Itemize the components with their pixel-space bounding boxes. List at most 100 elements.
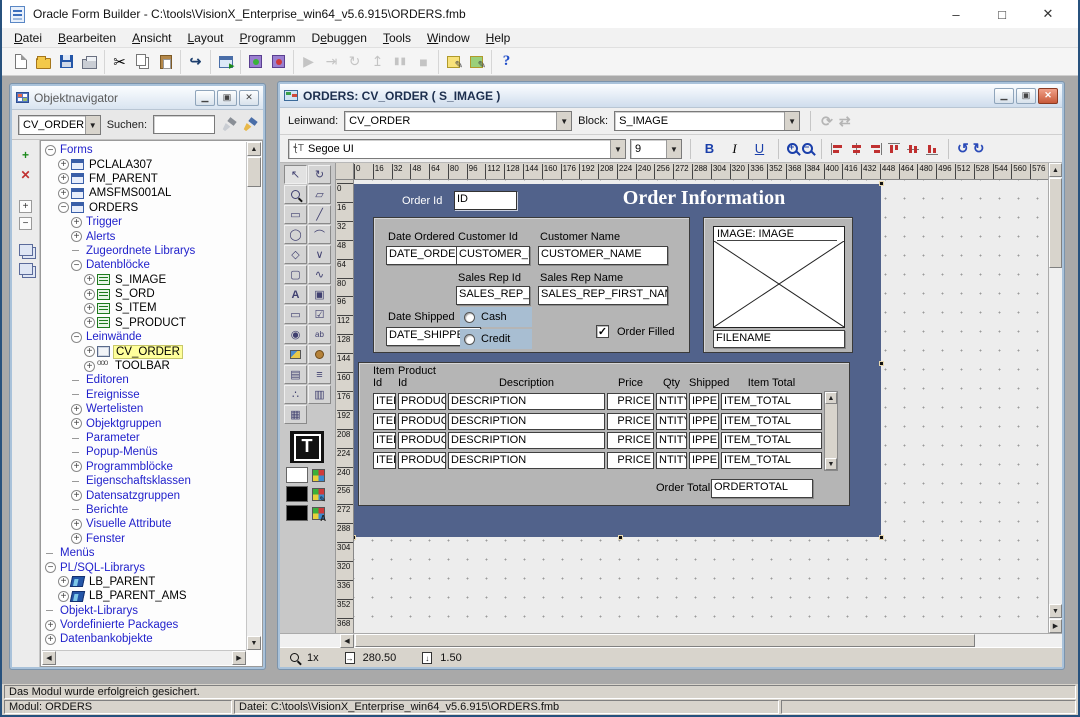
item-row4-price-field[interactable]: PRICE [607,452,654,469]
expand-node-icon[interactable]: + [71,231,82,242]
display-item-tool-icon[interactable]: ▤ [284,365,307,384]
tree-item-lb-parent[interactable]: +LB_PARENT [43,575,246,589]
line-tool-icon[interactable]: ╱ [308,205,331,224]
scroll-down-icon[interactable]: ▼ [1049,604,1062,618]
layout-wizard-icon[interactable] [465,51,488,73]
chevron-down-icon[interactable]: ▼ [610,140,625,158]
item-row4-item-total-field[interactable]: ITEM_TOTAL [721,452,822,469]
item-row4-shipped-field[interactable]: IPPED [689,452,719,469]
align-middle-icon[interactable] [906,142,921,156]
filename-field[interactable]: FILENAME [713,330,845,348]
collapse-node-icon[interactable]: − [71,332,82,343]
tree-item-orders[interactable]: −ORDERS [43,201,246,215]
tree-item-fm-parent[interactable]: +FM_PARENT [43,172,246,186]
expand-node-icon[interactable]: + [71,490,82,501]
expand-node-icon[interactable]: + [84,274,95,285]
block-select[interactable]: S_IMAGE ▼ [614,111,800,131]
tree-item-s-ord[interactable]: +S_ORD [43,287,246,301]
text-color-swatch[interactable] [286,505,308,521]
canvas-select[interactable]: CV_ORDER ▼ [344,111,572,131]
image-item-tool-icon[interactable] [284,345,307,364]
canvas-cv-order[interactable]: Order Id ID Order Information Date Order… [354,184,881,537]
connect-icon[interactable]: ↪ [184,51,207,73]
zoom-in-icon[interactable]: + [787,143,798,154]
save-icon[interactable] [55,51,78,73]
item-row3-product-id-field[interactable]: PRODUCT [398,432,446,449]
align-center-horizontal-icon[interactable] [849,142,864,156]
payment-credit-radio[interactable]: Credit [460,329,532,349]
chevron-down-icon[interactable]: ▼ [666,140,681,158]
bold-button[interactable]: B [699,139,720,159]
delete-icon[interactable]: ✕ [17,168,35,184]
polygon-tool-icon[interactable]: ◇ [284,245,307,264]
frame-tool-icon[interactable]: ▣ [308,285,331,304]
tree-item-datenbankobjekte[interactable]: +Datenbankobjekte [43,632,246,646]
order-total-field[interactable]: ORDERTOTAL [711,479,813,498]
close-icon[interactable]: ✕ [1026,1,1070,27]
scroll-up-icon[interactable]: ▲ [1049,163,1062,177]
item-row1-product-id-field[interactable]: PRODUCT [398,393,446,410]
expand-node-icon[interactable]: + [71,418,82,429]
expand-node-icon[interactable]: + [58,576,69,587]
checkbox-tool-icon[interactable]: ☑ [308,305,331,324]
expand-node-icon[interactable]: + [45,634,56,645]
item-row2-description-field[interactable]: DESCRIPTION [448,413,605,430]
canvas-viewport[interactable]: Order Id ID Order Information Date Order… [354,180,1048,633]
editor-restore-icon[interactable]: ▣ [1016,88,1036,104]
item-row2-qty-field[interactable]: NTITY [656,413,687,430]
collapse-node-icon[interactable]: − [45,145,56,156]
tree-item-leinw-nde[interactable]: −Leinwände [43,330,246,344]
chevron-down-icon[interactable]: ▼ [784,112,799,130]
tree-item-ereignisse[interactable]: Ereignisse [43,388,246,402]
polyline-tool-icon[interactable]: ∨ [308,245,331,264]
ole-item-tool-icon[interactable] [308,345,331,364]
expand-node-icon[interactable]: + [71,461,82,472]
sales-rep-id-field[interactable]: SALES_REP_ID [456,286,530,305]
image-panel[interactable]: IMAGE: IMAGE FILENAME [703,217,853,353]
tree-item-datenbl-cke[interactable]: −Datenblöcke [43,258,246,272]
tree-item-eigenschaftsklassen[interactable]: Eigenschaftsklassen [43,474,246,488]
navigator-close-icon[interactable]: ✕ [239,90,259,106]
menu-layout[interactable]: Layout [179,29,231,47]
tree-item-lb-parent-ams[interactable]: +LB_PARENT_AMS [43,589,246,603]
scroll-down-icon[interactable]: ▼ [247,636,261,650]
freehand-tool-icon[interactable]: ∿ [308,265,331,284]
expand-node-icon[interactable]: + [84,361,95,372]
tree-item-berichte[interactable]: Berichte [43,503,246,517]
align-top-icon[interactable] [887,142,902,156]
item-row2-price-field[interactable]: PRICE [607,413,654,430]
tree-item-wertelisten[interactable]: +Wertelisten [43,402,246,416]
scrollbar-thumb[interactable] [355,634,975,647]
scroll-left-icon[interactable]: ◀ [340,634,354,648]
ellipse-tool-icon[interactable]: ◯ [284,225,307,244]
navigator-titlebar[interactable]: Objektnavigator ▁ ▣ ✕ [12,86,263,110]
collapse-icon[interactable]: − [19,217,32,230]
search-flashlight-icon[interactable] [221,118,236,132]
editor-close-icon[interactable]: ✕ [1038,88,1058,104]
image-item[interactable]: IMAGE: IMAGE [713,226,845,328]
expand-node-icon[interactable]: + [58,173,69,184]
search-input[interactable] [153,115,215,134]
tree-item-programmbl-cke[interactable]: +Programmblöcke [43,460,246,474]
payment-cash-radio[interactable]: Cash [460,307,532,327]
tree-item-fenster[interactable]: +Fenster [43,532,246,546]
editor-vertical-scrollbar[interactable]: ▲ ▼ ▶ [1048,163,1062,633]
sales-rep-name-field[interactable]: SALES_REP_FIRST_NAME [538,286,668,305]
menu-programm[interactable]: Programm [232,29,304,47]
collapse-all-icon[interactable] [19,263,33,275]
navigator-minimize-icon[interactable]: ▁ [195,90,215,106]
item-row2-shipped-field[interactable]: IPPED [689,413,719,430]
align-bottom-icon[interactable] [925,142,940,156]
fill-color-swatch[interactable] [286,467,308,483]
collapse-node-icon[interactable]: − [45,562,56,573]
tree-item-trigger[interactable]: +Trigger [43,215,246,229]
editor-titlebar[interactable]: ORDERS: CV_ORDER ( S_IMAGE ) ▁ ▣ ✕ [280,84,1062,108]
align-right-icon[interactable] [868,142,883,156]
item-row3-item-total-field[interactable]: ITEM_TOTAL [721,432,822,449]
stacked-canvas-tool-icon[interactable]: ▦ [284,405,307,424]
navigator-vertical-scrollbar[interactable]: ▲ ▼ [246,142,261,650]
tree-item-vordefinierte-packages[interactable]: +Vordefinierte Packages [43,618,246,632]
expand-node-icon[interactable]: + [71,519,82,530]
selection-handle[interactable] [354,535,356,540]
expand-node-icon[interactable]: + [58,159,69,170]
